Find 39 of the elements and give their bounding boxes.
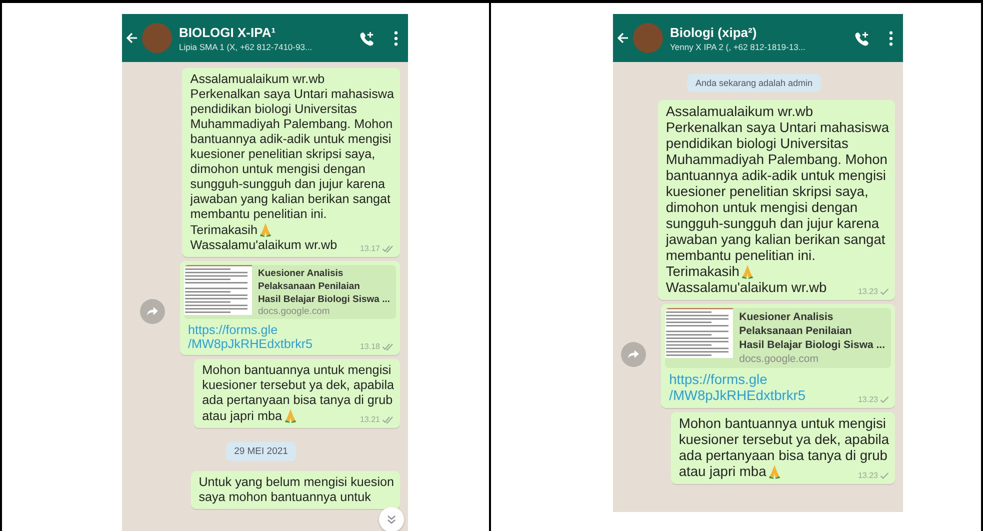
link-preview[interactable]: Kuesioner Analisis Pelaksanaan Penilaian Hasil Belajar Biologi Siswa ... docs.google.com [665,308,891,368]
message-text: Wassalamu'alaikum wr.wb [666,280,827,296]
message-time: 13.23 [858,287,878,296]
system-notice: Anda sekarang adalah admin [687,74,821,92]
add-call-icon[interactable] [854,30,869,46]
link-preview[interactable]: Kuesioner Analisis Pelaksanaan Penilaian Hasil Belajar Biologi Siswa ... docs.google.com [184,265,396,319]
date-label: 29 MEI 2021 [226,442,296,461]
link-title: Kuesioner Analisis Pelaksanaan Penilaian Hasil Belajar Biologi Siswa ... [739,310,885,352]
double-chevron-down-icon [387,515,396,524]
group-name: BIOLOGI X-IPA¹ [179,24,277,40]
message-text: Terimakasih [190,223,258,238]
document-thumbnail [665,308,734,358]
message-text: Wassalamu'alaikum wr.wb [190,238,338,253]
scroll-down-button[interactable] [379,507,404,531]
group-members: Yenny X IPA 2 (, +62 812-1819-13... [670,42,806,52]
message-text: Untuk yang belum mengisi kuesion saya mohon bantuannya untuk [198,475,394,505]
message-text: Assalamualaikum wr.wb Perkenalkan saya Untari mahasiswa pendidikan biologi Universitas Muhammadiyah Palembang. Mohon bantuannya adik-adik untuk mengisi kuesioner penelitian skripsi saya, dimohon untuk mengisi dengan sungguh-sungguh dan jujur karena jawaban yang kalian berikan sangat membantu penelitian ini. [190,72,394,222]
group-members: Lipia SMA 1 (X, +62 812-7410-93... [179,42,314,52]
back-arrow-icon[interactable] [126,32,138,44]
group-name: Biologi (xipa²) [670,24,758,40]
more-options-icon[interactable] [889,30,893,46]
message-time: 13.21 [360,415,380,424]
forward-icon [147,307,158,316]
message-text: Assalamualaikum wr.wb Perkenalkan saya Untari mahasiswa pendidikan biologi Universitas Muhammadiyah Palembang. Mohon bantuannya adik-adik untuk mengisi kuesioner penelitian skripsi saya, dimohon untuk mengisi dengan sungguh-sungguh dan jujur karena jawaban yang kalian berikan sangat membantu penelitian ini. [666,104,889,264]
message-text: Terimakasih [666,264,740,280]
add-call-icon[interactable] [359,30,374,46]
message-text: atau japri mba [678,464,766,480]
forward-icon [628,350,640,359]
document-thumbnail [184,265,252,315]
link-domain: docs.google.com [258,306,331,317]
message-time: 13.17 [360,244,380,253]
back-arrow-icon[interactable] [617,32,629,44]
message-time: 13.23 [858,395,878,404]
message-time: 13.23 [858,471,878,480]
link-domain: docs.google.com [739,352,820,366]
message-text: atau japri mba [202,409,282,424]
link-title: Kuesioner Analisis Pelaksanaan Penilaian Hasil Belajar Biologi Siswa ... [258,267,390,306]
message-time: 13.18 [360,342,380,351]
more-options-icon[interactable] [394,30,398,46]
